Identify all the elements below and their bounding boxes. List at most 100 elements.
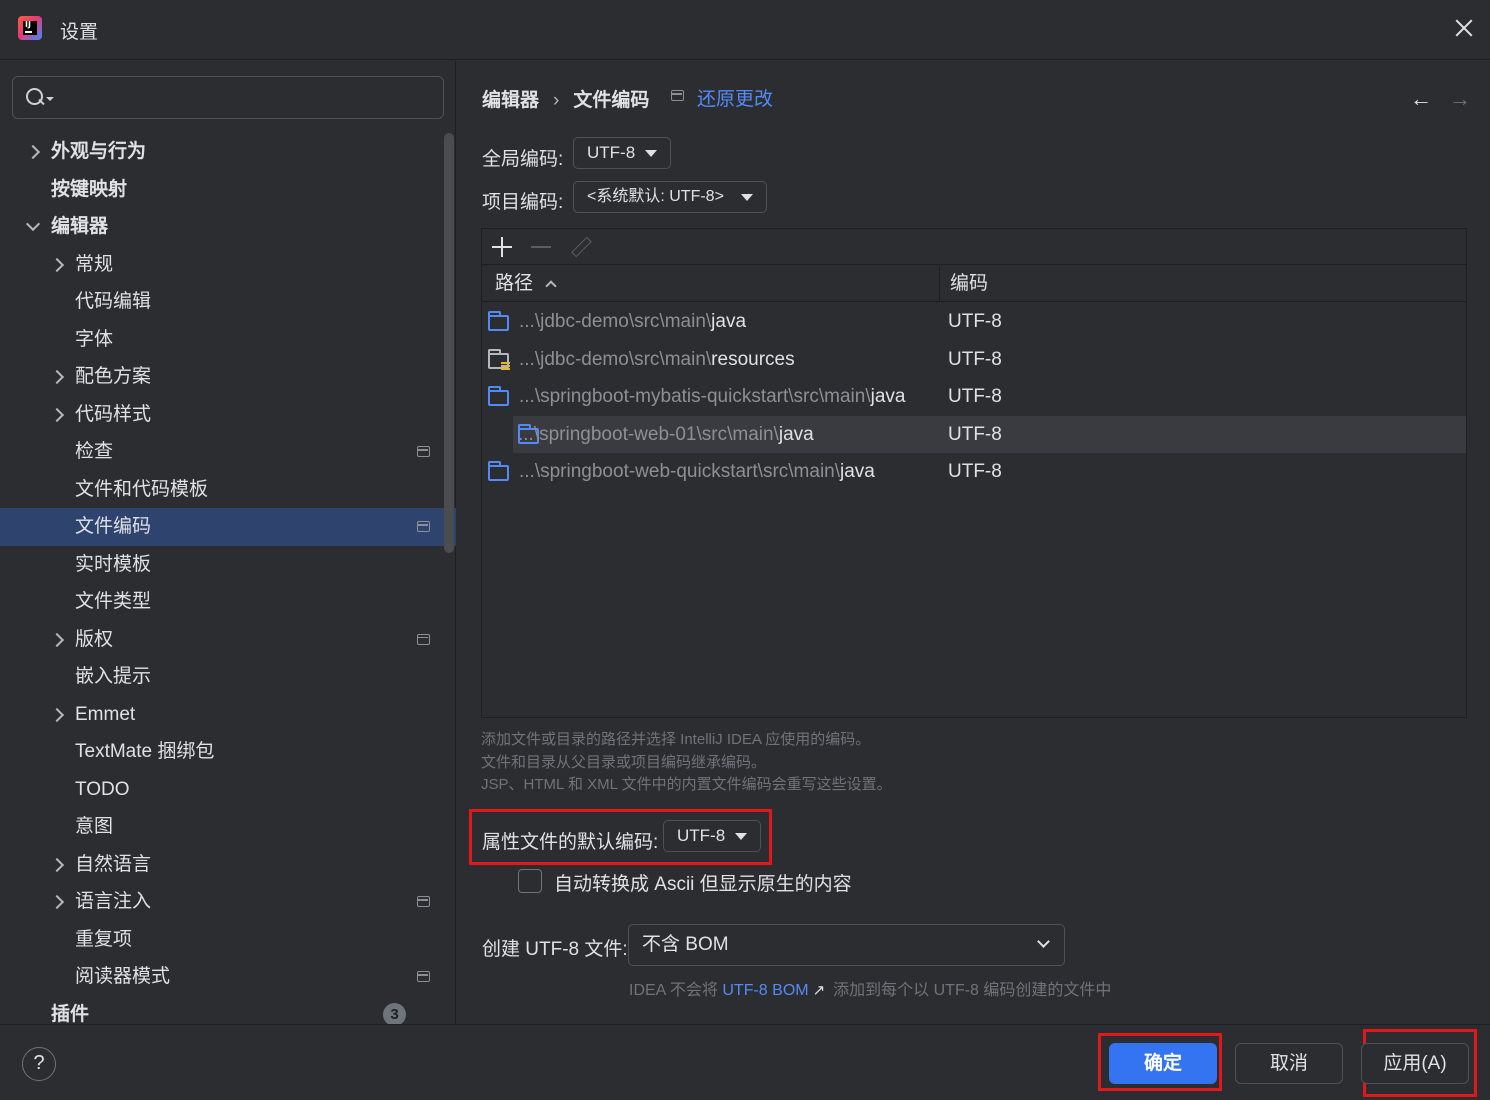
utf8-bom-link[interactable]: UTF-8 BOM [722,982,808,999]
sidebar-item[interactable]: 检查 [0,433,442,471]
breadcrumb-parent[interactable]: 编辑器 [482,90,539,111]
sidebar-item[interactable]: TextMate 捆绑包 [0,733,442,771]
row-encoding[interactable]: UTF-8 [948,341,1002,379]
add-icon[interactable] [492,237,512,257]
properties-encoding-label: 属性文件的默认编码: [482,832,659,853]
dropdown-arrow-icon [741,194,753,201]
chevron-right-icon[interactable] [50,696,64,733]
row-path-prefix: ...\springboot-web-quickstart\src\main\ [519,461,841,482]
row-path-name: java [778,423,814,445]
sidebar-item-label: TODO [75,778,130,800]
sidebar-item[interactable]: 文件编码 [0,508,456,546]
ascii-conversion-checkbox[interactable] [518,869,542,893]
sidebar-item-label: 检查 [75,441,114,462]
sidebar-item[interactable]: 语言注入 [0,883,442,921]
folder-icon [488,461,509,481]
close-icon[interactable] [1452,16,1476,40]
chevron-right-icon[interactable] [50,846,64,883]
table-row[interactable]: ...\springboot-web-01\src\main\java UTF-8 [513,415,1466,454]
sidebar-item[interactable]: 阅读器模式 [0,958,442,996]
table-toolbar [482,229,1466,265]
column-header-encoding[interactable]: 编码 [950,266,988,302]
sidebar-item[interactable]: 常规 [0,246,442,284]
row-path: ...\jdbc-demo\src\main\resources [519,341,795,379]
chevron-right-icon[interactable] [26,133,40,170]
sidebar-item[interactable]: 实时模板 [0,546,442,584]
chevron-right-icon[interactable] [50,246,64,283]
settings-tree: 外观与行为 按键映射编辑器常规代码编辑字体 配色方案 代码样式检查文件和代码模板文件编… [0,133,456,1033]
title-bar: 设置 [0,0,1490,60]
bom-combobox[interactable]: 不含 BOM [628,924,1065,966]
table-row[interactable]: ...\jdbc-demo\src\main\java UTF-8 [482,303,1466,341]
forward-arrow-icon[interactable]: → [1449,88,1471,110]
sidebar-item[interactable]: 版权 [0,621,442,659]
sidebar-item[interactable]: Emmet [0,696,442,734]
project-encoding-dropdown[interactable]: <系统默认: UTF-8> [573,181,767,213]
sidebar-item[interactable]: 代码编辑 [0,283,442,321]
column-header-path[interactable]: 路径 [495,266,938,302]
sidebar-item[interactable]: 嵌入提示 [0,658,442,696]
edit-icon[interactable] [570,236,592,258]
sidebar-item-label: 代码编辑 [75,291,152,312]
sidebar-item-label: Emmet [75,703,136,725]
sidebar-item[interactable]: 文件类型 [0,583,442,621]
hint-line: 添加文件或目录的路径并选择 IntelliJ IDEA 应使用的编码。 [481,731,871,748]
column-divider[interactable] [939,266,940,302]
chevron-right-icon[interactable] [50,396,64,433]
sidebar-item[interactable]: 重复项 [0,921,442,959]
hint-line: JSP、HTML 和 XML 文件中的内置文件编码会重写这些设置。 [481,776,892,793]
sidebar-item[interactable]: 字体 [0,321,442,359]
row-encoding[interactable]: UTF-8 [948,416,1002,454]
chevron-right-icon[interactable] [50,621,64,658]
chevron-right-icon[interactable] [50,358,64,395]
sidebar-item[interactable]: 代码样式 [0,396,442,434]
chevron-right-icon[interactable] [50,883,64,920]
sidebar-item[interactable]: TODO [0,771,442,809]
sidebar-item-label: 意图 [75,816,114,837]
cancel-button[interactable]: 取消 [1235,1043,1343,1084]
row-path-prefix: ...\jdbc-demo\src\main\ [519,311,712,332]
table-row[interactable]: ...\jdbc-demo\src\main\resources UTF-8 [482,341,1466,379]
sidebar-item[interactable]: 按键映射 [0,171,442,209]
breadcrumb-current: 文件编码 [573,90,650,111]
properties-encoding-dropdown[interactable]: UTF-8 [663,820,761,852]
encoding-mappings-table: 路径 编码 ...\jdbc-demo\src\main\java UTF-8..… [481,228,1467,718]
sidebar-item[interactable]: 自然语言 [0,846,442,884]
sidebar-item[interactable]: 文件和代码模板 [0,471,442,509]
row-encoding[interactable]: UTF-8 [948,303,1002,341]
sidebar-item[interactable]: 配色方案 [0,358,442,396]
project-level-icon [417,896,430,907]
apply-button[interactable]: 应用(A) [1361,1043,1469,1084]
encoding-hint: 添加文件或目录的路径并选择 IntelliJ IDEA 应使用的编码。 文件和目… [481,729,892,797]
row-encoding[interactable]: UTF-8 [948,378,1002,416]
remove-icon[interactable] [531,246,551,248]
sidebar-item[interactable]: 外观与行为 [0,133,442,171]
help-button[interactable]: ? [22,1047,56,1081]
sidebar-item-label: 文件编码 [75,516,152,537]
sidebar-item[interactable]: 意图 [0,808,442,846]
search-input[interactable] [61,83,431,113]
revert-changes-link[interactable]: 还原更改 [697,84,773,111]
chevron-down-icon[interactable] [26,208,40,245]
bom-label: 创建 UTF-8 文件: [482,939,628,960]
table-row[interactable]: ...\springboot-web-quickstart\src\main\j… [482,453,1466,491]
table-body: ...\jdbc-demo\src\main\java UTF-8 ...\jdbc… [482,303,1466,491]
sidebar-scrollbar[interactable] [444,133,454,553]
settings-sidebar: 外观与行为 按键映射编辑器常规代码编辑字体 配色方案 代码样式检查文件和代码模板文件编… [0,61,456,1026]
ok-button[interactable]: 确定 [1109,1043,1217,1084]
sort-ascending-icon [545,280,557,292]
search-field[interactable] [12,76,444,119]
project-level-icon [671,90,684,101]
back-arrow-icon[interactable]: ← [1410,88,1432,110]
row-path-name: java [870,386,906,407]
table-header: 路径 编码 [482,266,1466,302]
sidebar-item[interactable]: 编辑器 [0,208,442,246]
sidebar-item-label: 编辑器 [51,216,109,237]
search-options-chevron-icon[interactable] [46,97,54,101]
ascii-conversion-label[interactable]: 自动转换成 Ascii 但显示原生的内容 [554,869,852,896]
row-encoding[interactable]: UTF-8 [948,453,1002,491]
row-path: ...\springboot-mybatis-quickstart\src\ma… [519,378,905,416]
bom-value: 不含 BOM [642,934,729,955]
table-row[interactable]: ...\springboot-mybatis-quickstart\src\ma… [482,378,1466,416]
global-encoding-dropdown[interactable]: UTF-8 [573,137,671,169]
